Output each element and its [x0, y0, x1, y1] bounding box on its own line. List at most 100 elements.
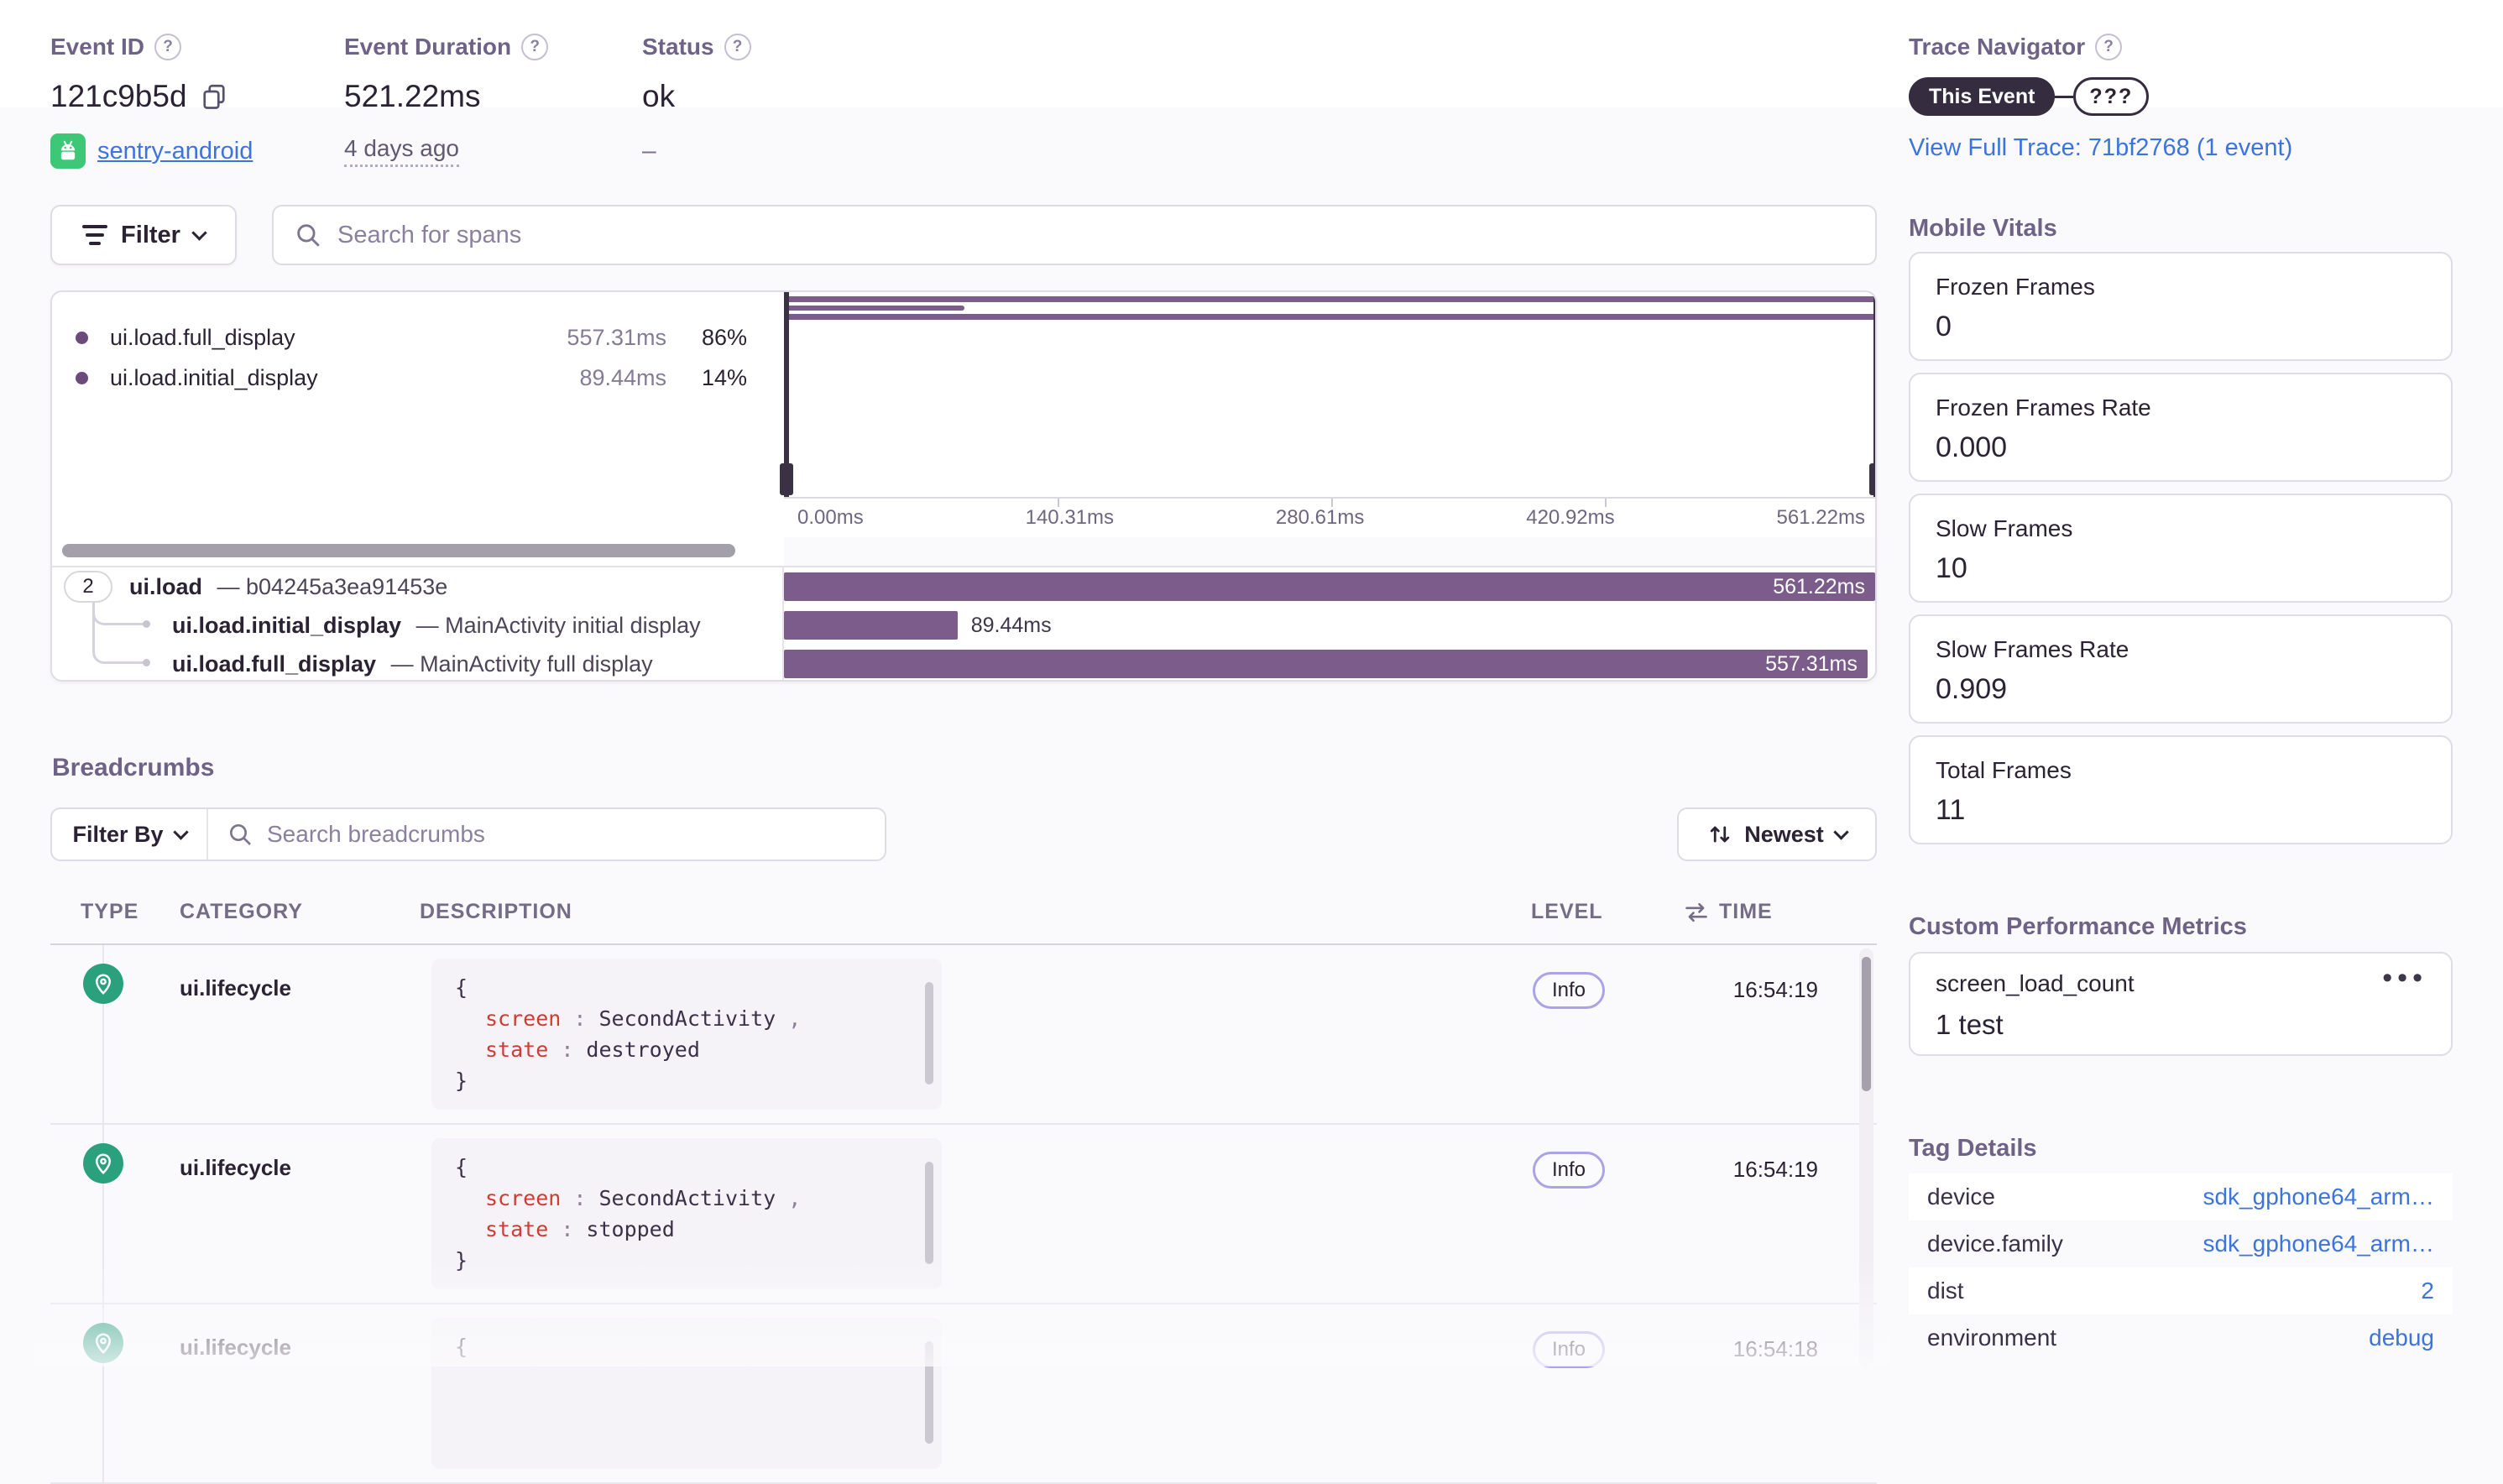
- breadcrumb-description-code[interactable]: {: [431, 1318, 942, 1469]
- search-icon: [230, 824, 251, 845]
- breadcrumb-row[interactable]: ui.lifecycle { Info 16:54:18: [50, 1304, 1877, 1484]
- horizontal-scrollbar[interactable]: [62, 544, 735, 557]
- tag-value-link[interactable]: sdk_gphone64_arm…: [2203, 1184, 2434, 1210]
- column-header-time[interactable]: TIME: [1684, 900, 1773, 924]
- legend-row[interactable]: ui.load.full_display 557.31ms 86%: [52, 317, 784, 358]
- span-op: ui.load: [129, 574, 202, 599]
- event-age[interactable]: 4 days ago: [344, 135, 459, 167]
- minimap-span-bar: [789, 296, 1875, 302]
- sort-label: Newest: [1744, 821, 1824, 847]
- tag-value-link[interactable]: 2: [2421, 1278, 2434, 1304]
- vital-label: Frozen Frames: [1936, 274, 2095, 300]
- android-platform-icon: [50, 133, 86, 169]
- span-description: — b04245a3ea91453e: [217, 574, 448, 599]
- vital-card: Frozen Frames Rate 0.000: [1909, 373, 2453, 482]
- breadcrumb-time: 16:54:19: [1732, 1157, 1818, 1182]
- minimap-left-handle[interactable]: [780, 292, 793, 497]
- status-sub: –: [642, 137, 656, 165]
- span-op: ui.load.full_display: [172, 651, 377, 677]
- tag-value-link[interactable]: debug: [2369, 1325, 2434, 1351]
- breadcrumbs-controls: Filter By: [50, 807, 886, 861]
- project-link[interactable]: sentry-android: [97, 138, 253, 165]
- chevron-down-icon: [172, 823, 189, 840]
- span-duration-bar[interactable]: 557.31ms: [784, 650, 1868, 678]
- vital-label: Slow Frames Rate: [1936, 636, 2129, 662]
- span-duration-label: 561.22ms: [1773, 575, 1865, 598]
- location-pin-icon: [83, 1143, 123, 1184]
- span-duration-label: 89.44ms: [970, 614, 1052, 637]
- axis-tick-label: 420.92ms: [1526, 506, 1615, 529]
- spans-filter-button[interactable]: Filter: [50, 205, 237, 265]
- vital-value: 11: [1936, 794, 1966, 826]
- chevron-down-icon: [191, 224, 207, 241]
- vital-card: Slow Frames 10: [1909, 494, 2453, 603]
- span-color-dot: [76, 331, 88, 344]
- breadcrumbs-sort-button[interactable]: Newest: [1677, 807, 1877, 861]
- vital-value: 0.909: [1936, 673, 2008, 705]
- vital-value: 0: [1936, 311, 1952, 342]
- event-duration-stat: Event Duration ? 521.22ms 4 days ago: [344, 34, 549, 170]
- chevron-down-icon: [1833, 823, 1849, 840]
- child-count-pill[interactable]: 2: [64, 571, 112, 603]
- tag-key: device.family: [1927, 1231, 2063, 1257]
- tag-row: environment debug: [1909, 1314, 2453, 1361]
- legend-span-pct: 14%: [701, 364, 747, 390]
- span-duration-bar[interactable]: 561.22ms: [784, 572, 1875, 601]
- copy-icon[interactable]: [199, 81, 229, 112]
- column-header-level: LEVEL: [1531, 900, 1603, 923]
- code-scrollbar[interactable]: [925, 982, 933, 1084]
- breadcrumb-description-code[interactable]: { screen : SecondActivity , state : stop…: [431, 1138, 942, 1289]
- minimap-area[interactable]: [780, 292, 1875, 497]
- location-pin-icon: [83, 964, 123, 1004]
- level-badge: Info: [1533, 1331, 1606, 1368]
- span-waterfall-panel: ui.load.full_display 557.31ms 86% ui.loa…: [50, 290, 1877, 682]
- span-search-input[interactable]: [337, 221, 1855, 249]
- code-scrollbar[interactable]: [925, 1162, 933, 1264]
- breadcrumb-description-code[interactable]: { screen : SecondActivity , state : dest…: [431, 959, 942, 1110]
- status-stat: Status ? ok –: [642, 34, 751, 170]
- span-description: — MainActivity initial display: [415, 613, 701, 638]
- breadcrumbs-search-input[interactable]: [267, 821, 866, 848]
- level-badge: Info: [1533, 972, 1606, 1009]
- tag-row: device sdk_gphone64_arm…: [1909, 1173, 2453, 1220]
- custom-metrics-title: Custom Performance Metrics: [1909, 913, 2247, 940]
- filter-icon: [82, 225, 108, 245]
- span-duration-bar[interactable]: 89.44ms: [784, 611, 1052, 640]
- trace-minimap[interactable]: 0.00ms 140.31ms 280.61ms 420.92ms 561.22…: [780, 292, 1875, 537]
- span-op: ui.load.initial_display: [172, 613, 402, 638]
- table-scrollbar-track[interactable]: [1859, 948, 1873, 1366]
- breadcrumb-time: 16:54:19: [1732, 977, 1818, 1002]
- metric-name: screen_load_count: [1936, 970, 2135, 996]
- span-tree-row[interactable]: ui.load.initial_display — MainActivity i…: [52, 606, 1875, 645]
- filter-by-label: Filter By: [72, 821, 164, 847]
- ellipsis-menu-icon[interactable]: •••: [2382, 962, 2427, 995]
- legend-span-name: ui.load.initial_display: [110, 364, 318, 390]
- help-icon[interactable]: ?: [154, 34, 182, 60]
- span-search[interactable]: [272, 205, 1877, 265]
- event-id-stat: Event ID ? 121c9b5d sentry-android: [50, 34, 253, 170]
- help-icon[interactable]: ?: [521, 34, 549, 60]
- code-scrollbar[interactable]: [925, 1341, 933, 1444]
- vital-card: Frozen Frames 0: [1909, 252, 2453, 361]
- mobile-vitals-title: Mobile Vitals: [1909, 215, 2057, 242]
- breadcrumb-row[interactable]: ui.lifecycle { screen : SecondActivity ,…: [50, 1125, 1877, 1304]
- span-color-dot: [76, 371, 88, 384]
- event-duration-label: Event Duration: [344, 34, 512, 60]
- breadcrumbs-filter-by-button[interactable]: Filter By: [52, 809, 208, 860]
- tag-value-link[interactable]: sdk_gphone64_arm…: [2203, 1231, 2434, 1257]
- filter-button-label: Filter: [121, 221, 180, 248]
- table-scrollbar-thumb[interactable]: [1862, 957, 1871, 1091]
- minimap-right-handle[interactable]: [1869, 292, 1875, 497]
- legend-span-pct: 86%: [701, 324, 747, 350]
- help-icon[interactable]: ?: [724, 34, 751, 60]
- breadcrumb-row[interactable]: ui.lifecycle { screen : SecondActivity ,…: [50, 945, 1877, 1125]
- breadcrumbs-title: Breadcrumbs: [52, 754, 215, 781]
- span-tree-row[interactable]: 2 ui.load — b04245a3ea91453e 561.22ms: [52, 567, 1875, 606]
- event-id-label: Event ID: [50, 34, 145, 60]
- vital-label: Slow Frames: [1936, 515, 2073, 541]
- breadcrumbs-search[interactable]: [208, 809, 885, 860]
- legend-row[interactable]: ui.load.initial_display 89.44ms 14%: [52, 358, 784, 398]
- span-tree-row[interactable]: ui.load.full_display — MainActivity full…: [52, 645, 1875, 680]
- vital-value: 0.000: [1936, 431, 2008, 463]
- tag-details-title: Tag Details: [1909, 1135, 2037, 1162]
